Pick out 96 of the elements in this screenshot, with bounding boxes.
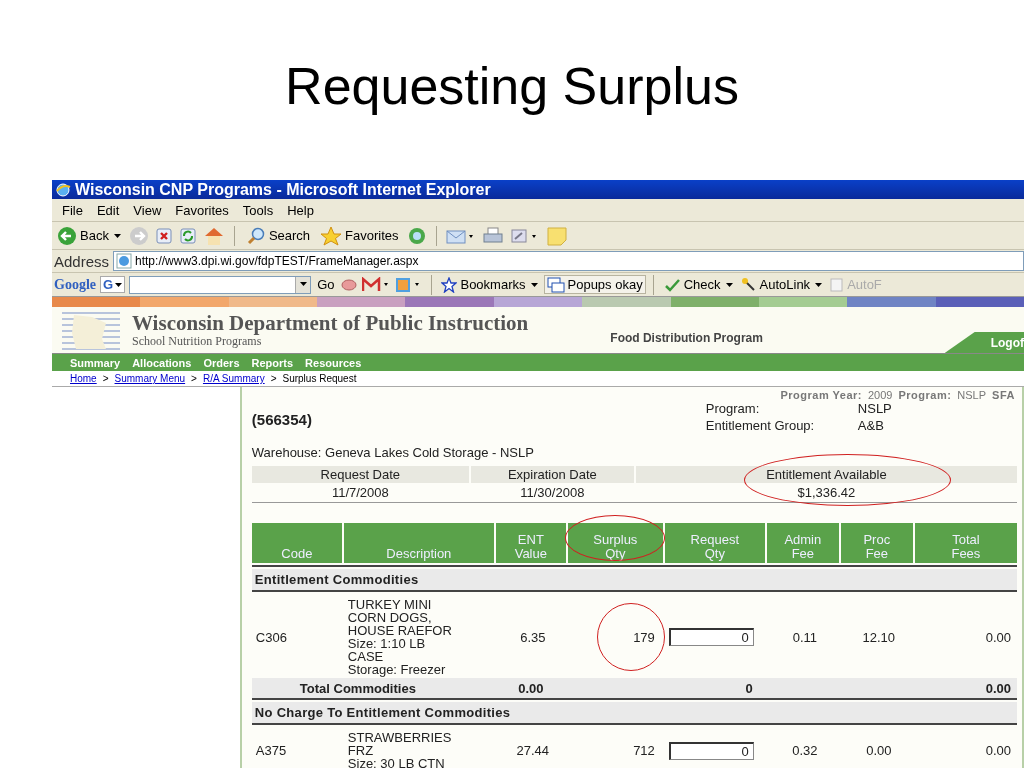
breadcrumb-separator: >	[270, 373, 277, 384]
column-header: Request Date	[251, 466, 469, 483]
menu-item[interactable]: Favorites	[175, 202, 229, 218]
caret-icon	[299, 281, 307, 286]
popups-button[interactable]: Popups okay	[543, 275, 646, 294]
g-button[interactable]: G	[100, 276, 126, 293]
total-cell-text: 0	[744, 680, 754, 696]
refresh-icon[interactable]	[178, 226, 197, 245]
back-button[interactable]: Back	[55, 225, 123, 246]
field-value: NSLP	[857, 401, 892, 416]
total-cell-text: 0.00	[984, 680, 1012, 696]
star-icon	[441, 276, 458, 293]
address-field[interactable]: http://www3.dpi.wi.gov/fdpTEST/FrameManager.aspx	[113, 251, 1024, 271]
column-header: Proc Fee	[840, 523, 913, 563]
program-name: Food Distribution Program	[610, 331, 763, 345]
table-cell-text: 0.00	[984, 742, 1012, 760]
description-cell-text: TURKEY MINI CORN DOGS, HOUSE RAEFOR Size: 1:10 LB CASE Storage: Freezer	[346, 598, 453, 676]
table-cell-text: 0.11	[791, 628, 818, 647]
window-title: Wisconsin CNP Programs - Microsoft Internet Explorer	[75, 180, 491, 199]
bookmarks-button[interactable]: Bookmarks	[439, 276, 540, 293]
breadcrumb-link[interactable]: Home	[70, 373, 97, 384]
forward-icon[interactable]	[128, 225, 149, 246]
column-header: Total Fees	[914, 523, 1017, 563]
total-label: Total Commodities	[298, 680, 417, 696]
search-icon	[245, 225, 266, 246]
table-cell-text: 11/30/2008	[520, 484, 585, 502]
breadcrumb-separator: >	[191, 373, 197, 384]
description-cell-text: STRAWBERRIES FRZ Size: 30 LB CTN	[346, 731, 453, 768]
table-cell-text: $1,336.42	[797, 484, 856, 502]
info-value: NSLP	[957, 389, 987, 401]
menu-item[interactable]: Tools	[242, 202, 274, 218]
caret-icon	[725, 282, 733, 287]
info-label: Program Year:	[780, 389, 862, 401]
check-button[interactable]: Check	[660, 276, 735, 293]
search-field[interactable]	[129, 275, 312, 294]
request-qty-field[interactable]: 0	[668, 741, 754, 760]
menu-item[interactable]: File	[62, 202, 83, 218]
column-header: Request Qty	[664, 523, 765, 563]
caret-icon	[815, 282, 823, 287]
wand-icon	[740, 276, 757, 293]
table-cell-text: 11/7/2008	[331, 484, 389, 502]
column-header: Expiration Date	[470, 466, 634, 483]
caret-icon	[530, 282, 538, 287]
table-cell-text: A375	[254, 742, 288, 760]
table-cell-text: 0.00	[865, 742, 893, 760]
section-header: Entitlement Commodities	[251, 569, 1017, 592]
caret-icon	[113, 233, 121, 238]
info-label: SFA	[992, 389, 1015, 401]
section-header: No Charge To Entitlement Commodities	[251, 702, 1017, 725]
field-label: Program:	[705, 401, 761, 416]
star-icon	[320, 225, 343, 246]
search-button[interactable]: Search	[243, 225, 313, 246]
total-cell-text: 0.00	[517, 680, 545, 696]
stop-icon[interactable]	[154, 226, 173, 245]
field-value: A&B	[857, 418, 884, 433]
map-logo-drawing	[62, 309, 120, 351]
table-cell-text: C306	[254, 628, 288, 647]
request-qty-field[interactable]: 0	[668, 628, 754, 646]
table-cell: 712	[633, 743, 655, 758]
printer-icon[interactable]	[481, 225, 504, 246]
tag-icon[interactable]	[340, 276, 359, 293]
globe-icon	[55, 181, 71, 198]
column-header: Description	[343, 523, 494, 563]
table-cell-text: 6.35	[519, 628, 547, 647]
breadcrumb-separator: >	[102, 373, 109, 384]
column-header: Entitlement Available	[635, 466, 1017, 483]
address-label: Address	[54, 252, 110, 270]
slide-title: Requesting Surplus	[285, 56, 739, 117]
menu-item[interactable]: View	[133, 202, 162, 218]
table-cell: 179	[633, 629, 655, 645]
table-cell-text: 0.32	[791, 742, 819, 760]
sfa-id: (566354)	[251, 411, 313, 430]
breadcrumb-link[interactable]: R/A Summary	[202, 373, 265, 384]
breadcrumb-current: Surplus Request	[282, 373, 357, 384]
windows-icon	[546, 276, 565, 293]
table-cell-text: 27.44	[515, 742, 551, 760]
column-header: Admin Fee	[766, 523, 839, 563]
table-cell-text: 12.10	[861, 628, 897, 647]
field-label: Entitlement Group:	[705, 418, 816, 433]
info-value: 2009	[867, 389, 893, 401]
table-cell-text: 0.00	[984, 628, 1012, 647]
menu-item[interactable]: Edit	[96, 202, 120, 218]
info-label: Program:	[898, 389, 952, 401]
google-logo[interactable]: Google	[54, 276, 96, 293]
autolink-button[interactable]: AutoLink	[738, 276, 825, 293]
column-header: ENT Value	[495, 523, 566, 563]
favorites-button[interactable]: Favorites	[318, 225, 401, 246]
site-title: Wisconsin Department of Public Instruction	[132, 311, 529, 334]
go-button[interactable]: Go	[315, 277, 337, 292]
page-icon	[116, 253, 133, 269]
breadcrumb-link[interactable]: Summary Menu	[114, 373, 186, 384]
warehouse-text: Warehouse: Geneva Lakes Cold Storage - NSLP	[251, 445, 535, 460]
column-header: Code	[251, 523, 342, 563]
menu-item[interactable]: Help	[287, 202, 314, 218]
form-icon	[830, 276, 845, 293]
caret-icon	[115, 282, 123, 287]
